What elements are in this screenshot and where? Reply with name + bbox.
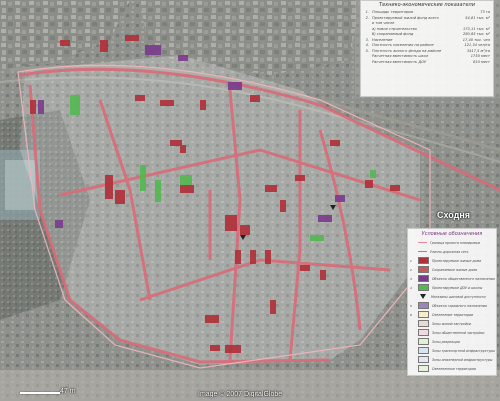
legend-item-label: Зоны жилой застройки (432, 321, 471, 326)
legend-item-label: Объекты гаражного назначения (432, 303, 487, 308)
teps-row-value: 810 мест (473, 59, 490, 64)
legend-item-label: Зоны транспортной инфраструктуры (432, 348, 495, 353)
legend-item: 1 Проектируемые жилые дома (408, 256, 496, 265)
legend-item-label: Зоны общественной застройки (432, 330, 485, 335)
legend-item-label: Зоны рекреации (432, 339, 460, 344)
color-swatch-icon (418, 329, 429, 336)
legend-item-number: 1 (410, 258, 412, 263)
color-swatch-icon (418, 284, 429, 291)
legend-item-number: 2 (410, 267, 412, 272)
legend-item: Улично-дорожная сеть (408, 247, 496, 256)
legend-item: 3 Объекты общественного назначения (408, 274, 496, 283)
imagery-attribution: Image © 2007 DigitalGlobe (198, 391, 283, 398)
legend-item: Зоны жилой застройки (408, 319, 496, 328)
color-swatch-icon (418, 302, 429, 309)
color-swatch-icon (418, 311, 429, 318)
teps-table: 1. Площадь территории 73 га 2. Проектируемый… (361, 10, 493, 65)
legend-item: Зоны транспортной инфраструктуры (408, 346, 496, 355)
scale-bar (20, 392, 60, 394)
color-swatch-icon (418, 356, 429, 363)
color-swatch-icon (418, 347, 429, 354)
teps-row-number (361, 60, 372, 66)
color-swatch-icon (418, 365, 429, 372)
legend-item: Зоны общественной застройки (408, 328, 496, 337)
legend-item-number: 4 (410, 285, 412, 290)
legend-item: Граница проекта планировки (408, 238, 496, 247)
line-swatch-icon (418, 241, 427, 244)
legend-item-number: 6 (410, 312, 412, 317)
teps-row-label: Расчетная вместимость ДОУ (372, 59, 427, 64)
legend-item-label: Граница проекта планировки (430, 240, 480, 245)
legend-item: Зоны инженерной инфраструктуры (408, 355, 496, 364)
color-swatch-icon (418, 275, 429, 282)
legend-item: 2 Сохраняемые жилые дома (408, 265, 496, 274)
legend-item: 4 Проектируемые ДОУ и школы (408, 283, 496, 292)
legend-list: Граница проекта планировки Улично-дорожна… (408, 238, 496, 373)
place-label: Сходня (437, 210, 471, 220)
color-swatch-icon (418, 320, 429, 327)
teps-panel: Технико-экономические показатели 1. Площа… (360, 0, 494, 97)
triangle-marker-icon (420, 294, 426, 299)
legend-title: Условные обозначения (421, 231, 483, 237)
legend-item-number: 5 (410, 303, 412, 308)
teps-row: Расчетная вместимость ДОУ 810 мест (361, 60, 493, 66)
legend-item: Зоны рекреации (408, 337, 496, 346)
legend-item-label: Озеленение территории (432, 312, 474, 317)
color-swatch-icon (418, 266, 429, 273)
legend-item-label: Проектируемые ДОУ и школы (432, 285, 483, 290)
legend-item-label: Сохраняемые жилые дома (432, 267, 477, 272)
legend-item-label: Улично-дорожная сеть (430, 249, 469, 254)
legend-item: Озелененные территории (408, 364, 496, 373)
legend-item: Магазины шаговой доступности (408, 292, 496, 301)
teps-title: Технико-экономические показатели (379, 2, 475, 8)
legend-item-label: Зоны инженерной инфраструктуры (432, 357, 493, 362)
line-swatch-icon (418, 250, 427, 253)
legend-item: 6 Озеленение территории (408, 310, 496, 319)
legend-item-label: Озелененные территории (432, 366, 476, 371)
legend-item-label: Магазины шаговой доступности (431, 294, 486, 299)
map-view[interactable]: Сходня 47 m Image © 2007 DigitalGlobe Те… (0, 0, 500, 401)
color-swatch-icon (418, 257, 429, 264)
legend-item-label: Объекты общественного назначения (432, 276, 495, 281)
scale-label: 47 m (60, 388, 76, 395)
legend-item: 5 Объекты гаражного назначения (408, 301, 496, 310)
legend-item-number: 3 (410, 276, 412, 281)
color-swatch-icon (418, 338, 429, 345)
legend-item-label: Проектируемые жилые дома (432, 258, 481, 263)
legend-panel: Условные обозначения Граница проекта пла… (407, 228, 497, 376)
